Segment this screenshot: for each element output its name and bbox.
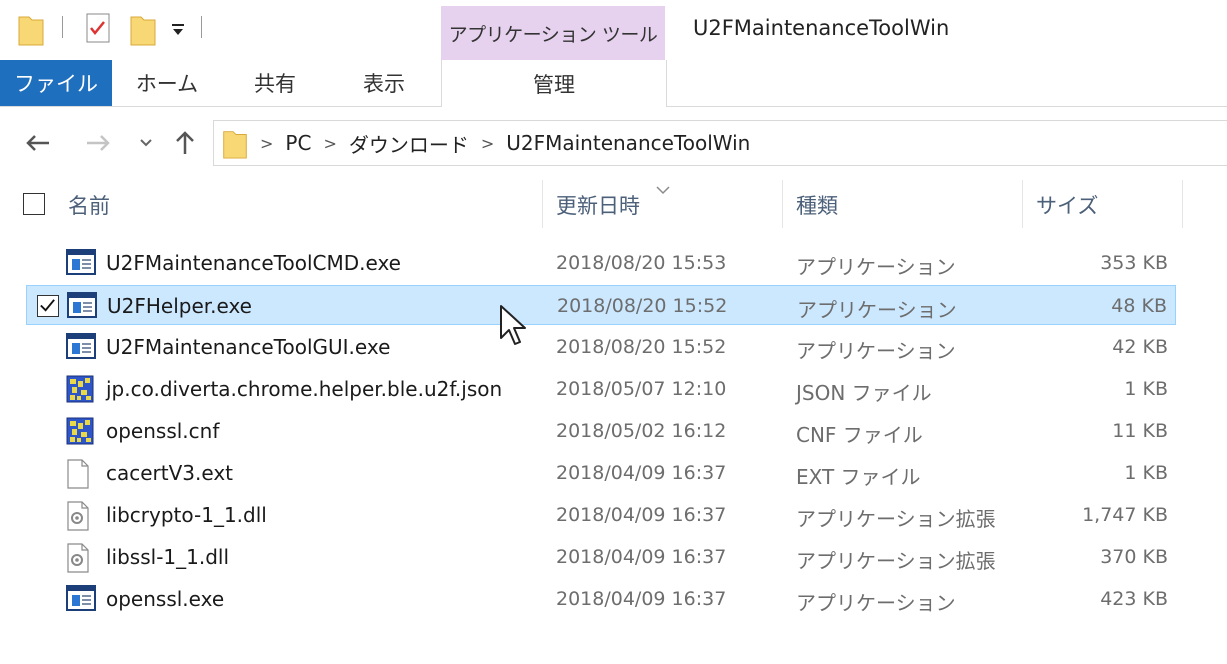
application-tools-header: アプリケーション ツール: [441, 6, 665, 60]
exe-icon: [66, 585, 96, 613]
column-header-size[interactable]: サイズ: [1036, 180, 1176, 230]
select-all-checkbox[interactable]: [23, 193, 45, 215]
file-date: 2018/04/09 16:37: [556, 588, 727, 610]
exe-icon: [67, 292, 97, 320]
file-size: 370 KB: [1100, 546, 1168, 568]
tab-home[interactable]: ホーム: [112, 60, 222, 106]
file-row[interactable]: jp.co.diverta.chrome.helper.ble.u2f.json…: [26, 369, 1176, 409]
title-bar: アプリケーション ツール U2FMaintenanceToolWin: [0, 0, 1227, 60]
tab-manage[interactable]: 管理: [441, 60, 667, 107]
file-name: libssl-1_1.dll: [106, 545, 230, 569]
file-row[interactable]: U2FMaintenanceToolCMD.exe 2018/08/20 15:…: [26, 243, 1176, 283]
file-type: JSON ファイル: [796, 381, 932, 405]
file-name: jp.co.diverta.chrome.helper.ble.u2f.json: [106, 377, 503, 401]
file-size: 11 KB: [1112, 420, 1168, 442]
dll-icon: [66, 501, 96, 531]
sort-chevron-icon: [655, 180, 671, 199]
file-size: 48 KB: [1111, 295, 1167, 317]
tab-view[interactable]: 表示: [328, 60, 440, 106]
folder-icon: [222, 127, 248, 159]
back-arrow-icon[interactable]: [23, 128, 53, 158]
folder-icon[interactable]: [18, 12, 44, 50]
tab-file[interactable]: ファイル: [0, 60, 112, 106]
file-date: 2018/08/20 15:52: [557, 295, 728, 317]
file-row[interactable]: U2FMaintenanceToolGUI.exe 2018/08/20 15:…: [26, 327, 1176, 367]
file-type: アプリケーション: [796, 339, 956, 363]
file-name: U2FMaintenanceToolGUI.exe: [106, 335, 391, 359]
breadcrumb-separator-icon[interactable]: >: [260, 134, 273, 153]
up-arrow-icon[interactable]: [170, 128, 200, 158]
column-divider[interactable]: [1182, 180, 1183, 228]
file-name: openssl.exe: [106, 587, 225, 611]
file-size: 1,747 KB: [1082, 504, 1168, 526]
customize-quick-access-icon[interactable]: [170, 22, 186, 41]
address-bar[interactable]: > PC > ダウンロード > U2FMaintenanceToolWin: [213, 120, 1227, 166]
file-name: openssl.cnf: [106, 419, 220, 443]
file-type: アプリケーション: [796, 591, 956, 615]
file-date: 2018/04/09 16:37: [556, 462, 727, 484]
row-checkbox[interactable]: [37, 295, 59, 317]
file-type: CNF ファイル: [796, 423, 923, 447]
navigation-bar: > PC > ダウンロード > U2FMaintenanceToolWin: [0, 118, 1227, 168]
column-header-name[interactable]: 名前: [68, 180, 538, 230]
column-header-type[interactable]: 種類: [796, 180, 1016, 230]
mouse-pointer-icon: [499, 304, 529, 348]
file-type: EXT ファイル: [796, 465, 921, 489]
file-type: アプリケーション: [796, 255, 956, 279]
quick-access-divider: [62, 16, 63, 38]
ribbon-tabs: ファイル ホーム 共有 表示 管理: [0, 60, 1227, 107]
forward-arrow-icon[interactable]: [83, 128, 113, 158]
window-title: U2FMaintenanceToolWin: [693, 16, 950, 40]
file-date: 2018/04/09 16:37: [556, 546, 727, 568]
file-date: 2018/05/07 12:10: [556, 378, 727, 400]
column-divider[interactable]: [1022, 180, 1023, 228]
file-date: 2018/05/02 16:12: [556, 420, 727, 442]
file-type: アプリケーション拡張: [796, 549, 996, 573]
checkmark-icon: [40, 299, 55, 312]
file-type: アプリケーション拡張: [796, 507, 996, 531]
column-divider[interactable]: [782, 180, 783, 228]
dll-icon: [66, 543, 96, 573]
file-name: U2FHelper.exe: [107, 294, 252, 318]
config-icon: [66, 417, 96, 445]
file-size: 1 KB: [1124, 378, 1168, 400]
file-date: 2018/04/09 16:37: [556, 504, 727, 526]
quick-access-divider: [201, 16, 202, 38]
file-name: cacertV3.ext: [106, 461, 234, 485]
file-size: 423 KB: [1100, 588, 1168, 610]
file-size: 353 KB: [1100, 252, 1168, 274]
column-divider[interactable]: [542, 180, 543, 228]
exe-icon: [66, 333, 96, 361]
file-row[interactable]: libcrypto-1_1.dll 2018/04/09 16:37 アプリケー…: [26, 495, 1176, 535]
file-row[interactable]: openssl.cnf 2018/05/02 16:12 CNF ファイル 11…: [26, 411, 1176, 451]
file-type: アプリケーション: [797, 298, 957, 322]
config-icon: [66, 375, 96, 403]
breadcrumb-current-folder[interactable]: U2FMaintenanceToolWin: [506, 131, 750, 155]
breadcrumb-separator-icon[interactable]: >: [481, 134, 494, 153]
file-name: libcrypto-1_1.dll: [106, 503, 267, 527]
new-folder-icon[interactable]: [130, 12, 156, 50]
file-row-selected[interactable]: U2FHelper.exe 2018/08/20 15:52 アプリケーション …: [26, 285, 1176, 325]
recent-locations-chevron-icon[interactable]: [131, 128, 161, 158]
file-row[interactable]: openssl.exe 2018/04/09 16:37 アプリケーション 42…: [26, 579, 1176, 619]
blank-file-icon: [66, 459, 96, 489]
column-header-row: 名前 更新日時 種類 サイズ: [0, 180, 1227, 230]
file-row[interactable]: libssl-1_1.dll 2018/04/09 16:37 アプリケーション…: [26, 537, 1176, 577]
breadcrumb-downloads[interactable]: ダウンロード: [349, 129, 469, 158]
file-row[interactable]: cacertV3.ext 2018/04/09 16:37 EXT ファイル 1…: [26, 453, 1176, 493]
file-date: 2018/08/20 15:53: [556, 252, 727, 274]
file-date: 2018/08/20 15:52: [556, 336, 727, 358]
breadcrumb-separator-icon[interactable]: >: [323, 134, 336, 153]
tab-share[interactable]: 共有: [222, 60, 328, 106]
file-size: 1 KB: [1124, 462, 1168, 484]
breadcrumb-pc[interactable]: PC: [285, 131, 311, 155]
exe-icon: [66, 249, 96, 277]
file-size: 42 KB: [1112, 336, 1168, 358]
properties-icon[interactable]: [86, 12, 110, 48]
file-name: U2FMaintenanceToolCMD.exe: [106, 251, 401, 275]
